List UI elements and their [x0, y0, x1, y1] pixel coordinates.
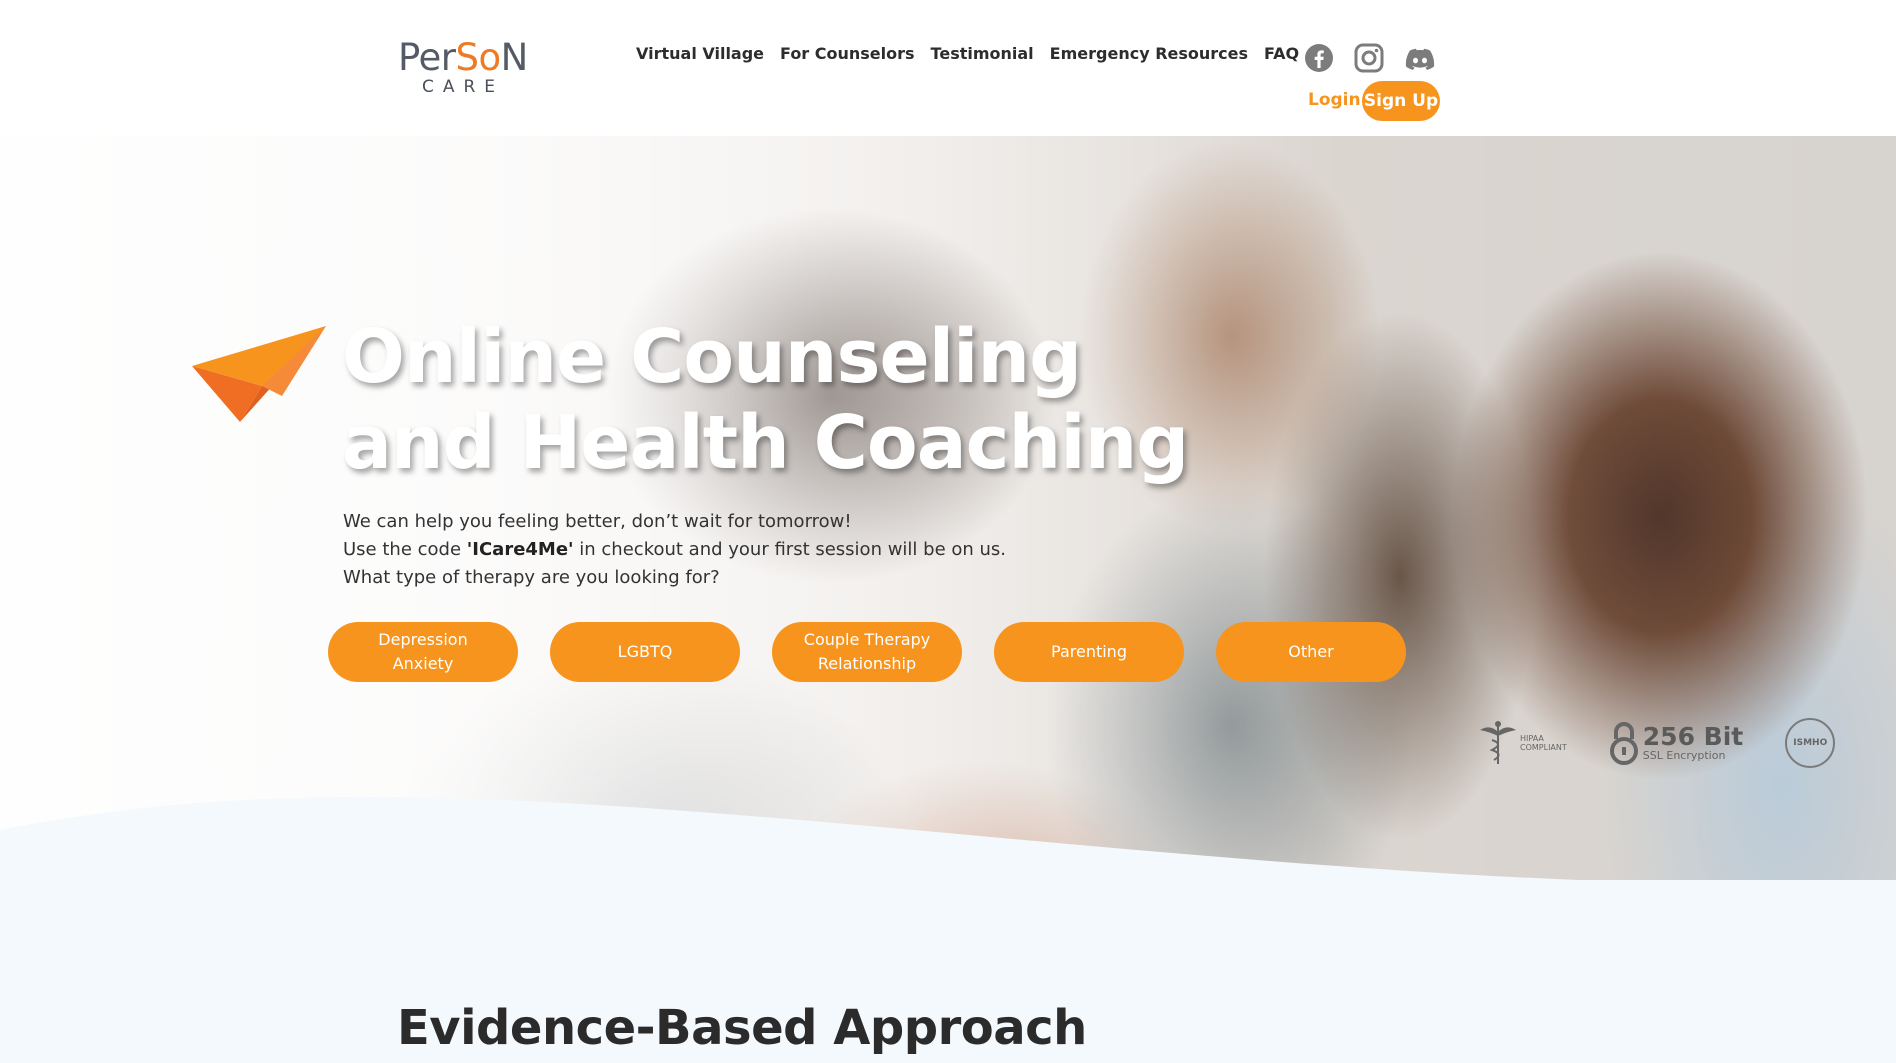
padlock-icon	[1609, 722, 1638, 765]
ssl-badge: 256 Bit SSL Encryption	[1609, 721, 1743, 765]
hero-line2: Use the code 'ICare4Me' in checkout and …	[343, 539, 1007, 560]
section-title: Evidence-Based Approach	[397, 1000, 1087, 1056]
logo-subtitle: CARE	[422, 77, 505, 97]
main-nav: Virtual Village For Counselors Testimoni…	[636, 44, 1299, 63]
hero-line3: What type of therapy are you looking for…	[343, 567, 720, 588]
hero-title-line2: and Health Coaching	[342, 400, 1189, 486]
discord-icon[interactable]	[1403, 42, 1437, 74]
signup-button[interactable]: Sign Up	[1362, 81, 1440, 121]
paper-plane-icon	[192, 326, 326, 422]
facebook-icon[interactable]	[1303, 42, 1335, 74]
site-header: PerSoN CARE Virtual Village For Counselo…	[0, 0, 1896, 136]
hipaa-badge: HIPAA COMPLIANT	[1478, 720, 1567, 766]
therapy-option-depression-anxiety[interactable]: Depression Anxiety	[328, 622, 518, 682]
trust-badges: HIPAA COMPLIANT 256 Bit SSL Encryption IS…	[1478, 718, 1836, 768]
nav-testimonial[interactable]: Testimonial	[931, 44, 1034, 63]
therapy-option-other[interactable]: Other	[1216, 622, 1406, 682]
promo-code: 'ICare4Me'	[466, 539, 574, 560]
instagram-icon[interactable]	[1353, 42, 1385, 74]
nav-for-counselors[interactable]: For Counselors	[780, 44, 915, 63]
hero-copy: We can help you feeling better, don’t wa…	[343, 508, 1006, 592]
hero-line1: We can help you feeling better, don’t wa…	[343, 511, 852, 532]
section-wave-divider	[0, 796, 1896, 900]
social-links	[1303, 42, 1437, 74]
caduceus-icon	[1480, 721, 1516, 764]
nav-faq[interactable]: FAQ	[1264, 44, 1299, 63]
nav-emergency-resources[interactable]: Emergency Resources	[1050, 44, 1248, 63]
logo-wordmark: PerSoN	[398, 36, 528, 79]
hero-title: Online Counseling and Health Coaching	[342, 314, 1242, 486]
therapy-option-parenting[interactable]: Parenting	[994, 622, 1184, 682]
ismho-seal-icon: ISMHO	[1785, 718, 1836, 768]
therapy-option-couple-therapy[interactable]: Couple Therapy Relationship	[772, 622, 962, 682]
personcare-logo[interactable]: PerSoN CARE	[398, 36, 528, 97]
therapy-option-lgbtq[interactable]: LGBTQ	[550, 622, 740, 682]
hero-title-line1: Online Counseling	[342, 314, 1082, 400]
therapy-options: Depression Anxiety LGBTQ Couple Therapy Re…	[328, 622, 1406, 682]
nav-virtual-village[interactable]: Virtual Village	[636, 44, 764, 63]
login-link[interactable]: Login	[1308, 90, 1361, 110]
